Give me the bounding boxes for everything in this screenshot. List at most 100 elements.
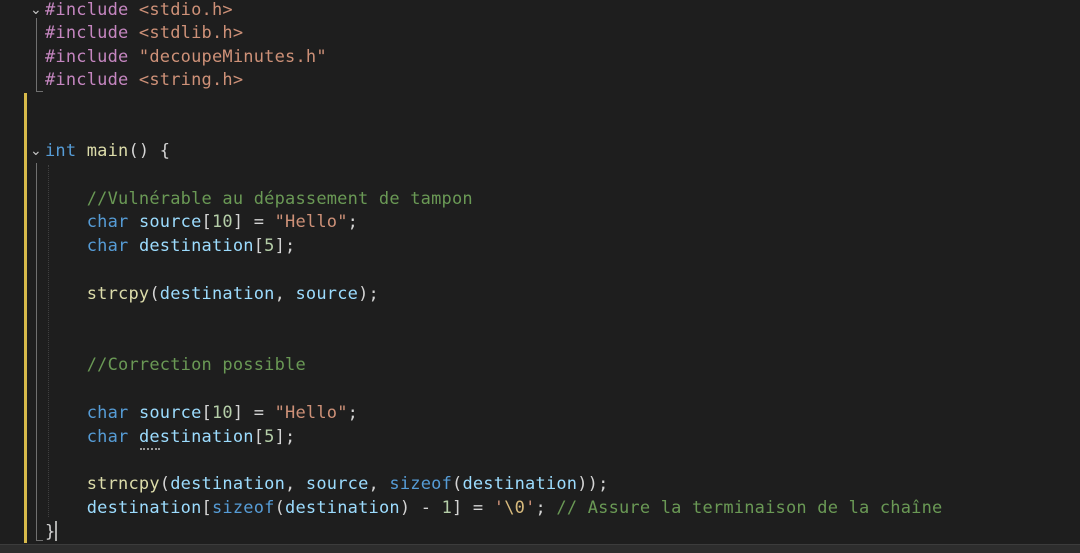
code-token: char [86, 427, 129, 447]
fold-guide-line [36, 18, 37, 91]
code-token: <string.h> [138, 70, 244, 90]
code-token: ( [452, 474, 463, 494]
code-token: sizeof [389, 474, 452, 494]
code-token: <stdio.h> [138, 0, 233, 20]
code-token: int [45, 141, 77, 161]
code-token: 5 [264, 236, 275, 256]
code-token: "Hello" [274, 403, 348, 423]
code-token: sizeof [211, 498, 275, 518]
code-token: ' [493, 498, 505, 518]
fold-guide-end [36, 91, 43, 92]
code-token: , [368, 474, 390, 494]
code-line[interactable]: strncpy(destination, source, sizeof(dest… [45, 472, 609, 496]
code-line[interactable]: //Correction possible [45, 353, 306, 377]
text-cursor [55, 521, 57, 541]
code-token: destination [138, 427, 254, 447]
code-line[interactable]: //Vulnérable au dépassement de tampon [45, 187, 473, 211]
code-line[interactable]: strcpy(destination, source); [45, 282, 379, 306]
code-line[interactable]: char source[10] = "Hello"; [45, 210, 358, 234]
code-token: destination [285, 498, 400, 518]
code-token: , [274, 284, 296, 304]
code-token: destination [86, 498, 202, 518]
code-token: 1 [441, 498, 453, 518]
code-token: destination [138, 236, 254, 256]
code-line[interactable]: destination[sizeof(destination) - 1] = '… [45, 496, 943, 520]
code-line[interactable]: } [45, 520, 55, 544]
code-token: [ [253, 236, 265, 256]
code-token: source [138, 212, 202, 232]
code-token: ); [358, 284, 379, 304]
code-token: source [305, 474, 369, 494]
code-token: destination [159, 284, 275, 304]
code-token: ) - [399, 498, 442, 518]
fold-guide-line [36, 163, 37, 541]
code-token: source [138, 403, 202, 423]
code-token: main [86, 141, 129, 161]
code-editor[interactable]: ⌄ ⌄ #include <stdio.h> #include <stdlib.h… [0, 0, 1080, 544]
code-token: )); [577, 474, 609, 494]
code-token: "Hello" [274, 212, 348, 232]
code-token: ( [274, 498, 286, 518]
code-token: ] = [232, 212, 275, 232]
code-token: #include [45, 23, 139, 43]
code-line[interactable]: #include "decoupeMinutes.h" [45, 45, 327, 69]
code-line[interactable]: #include <string.h> [45, 68, 243, 92]
code-token: source [295, 284, 359, 304]
code-token: ]; [274, 427, 296, 447]
code-token: ; [347, 212, 359, 232]
code-line[interactable]: char destination[5]; [45, 425, 296, 449]
code-line[interactable]: char source[10] = "Hello"; [45, 401, 358, 425]
code-token: , [285, 474, 306, 494]
code-token: #include [45, 0, 139, 20]
code-token: destination [170, 474, 286, 494]
warning-squiggle[interactable] [140, 446, 160, 450]
code-token: [ [201, 212, 212, 232]
code-token: \0 [504, 498, 526, 518]
code-token: 5 [264, 427, 275, 447]
code-line[interactable]: int main() { [45, 139, 170, 163]
code-line[interactable]: #include <stdio.h> [45, 0, 233, 22]
code-token: #include [45, 47, 139, 67]
code-line[interactable]: char destination[5]; [45, 234, 296, 258]
code-token: () { [128, 141, 171, 161]
code-token: char [86, 212, 129, 232]
code-token: ( [159, 474, 171, 494]
code-token: "decoupeMinutes.h" [138, 47, 327, 67]
fold-chevron-icon[interactable]: ⌄ [30, 139, 42, 163]
code-token: strncpy [86, 474, 160, 494]
code-token: ' [525, 498, 536, 518]
code-token: [ [201, 498, 212, 518]
code-token: ] = [232, 403, 275, 423]
code-token: [ [201, 403, 212, 423]
code-token: char [86, 403, 129, 423]
code-token: //Correction possible [86, 355, 306, 375]
code-token: 10 [211, 212, 233, 232]
code-token: 10 [211, 403, 233, 423]
code-token: char [86, 236, 129, 256]
code-token: strcpy [86, 284, 150, 304]
code-token: [ [253, 427, 265, 447]
code-token: ] = [452, 498, 494, 518]
fold-guide-end [36, 540, 43, 541]
code-token: //Vulnérable au dépassement de tampon [86, 189, 473, 209]
code-token: ( [149, 284, 160, 304]
code-token: <stdlib.h> [138, 23, 244, 43]
code-line[interactable]: #include <stdlib.h> [45, 21, 243, 45]
code-token: ; [347, 403, 359, 423]
code-token: // Assure la terminaison de la chaîne [556, 498, 943, 518]
code-token: ]; [274, 236, 296, 256]
